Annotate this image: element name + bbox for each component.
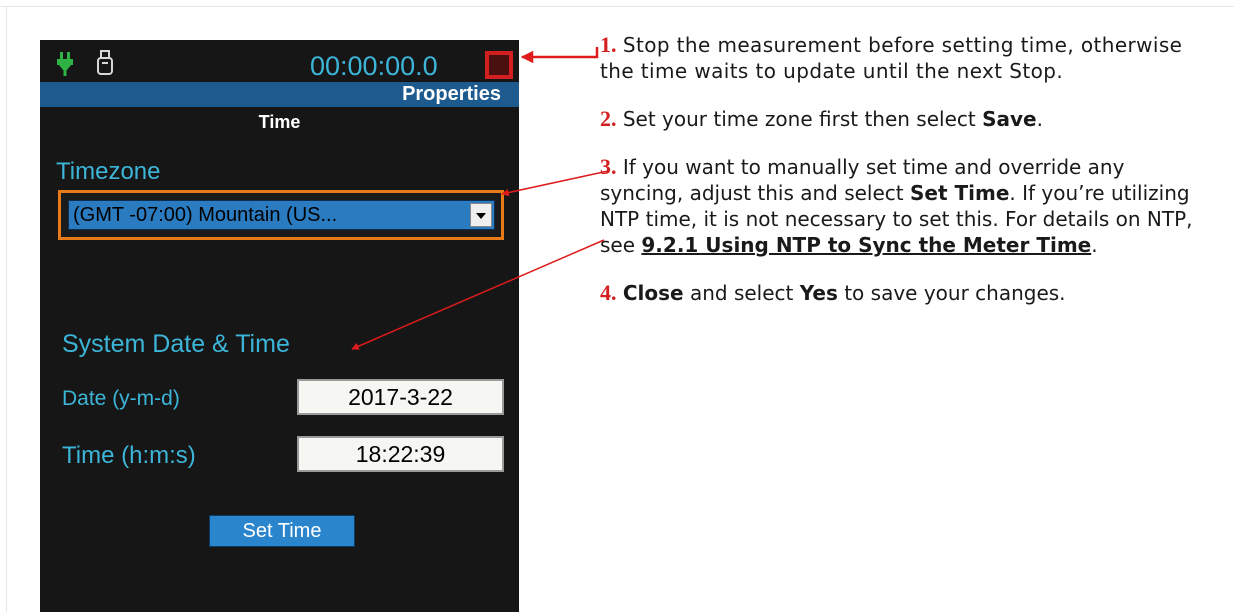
yes-emphasis: Yes <box>799 281 838 305</box>
instruction-step-4: 4. Close and select Yes to save your cha… <box>600 280 1210 306</box>
time-label: Time (h:m:s) <box>62 442 196 469</box>
step-number: 2. <box>600 106 617 131</box>
instruction-step-2: 2. Set your time zone first then select … <box>600 106 1210 132</box>
step-text: Stop the measurement before setting time… <box>600 33 1183 83</box>
timezone-label: Timezone <box>56 158 161 185</box>
dropdown-arrow-icon[interactable] <box>470 203 492 227</box>
timezone-highlight-frame: (GMT -07:00) Mountain (US... <box>58 190 504 240</box>
set-time-emphasis: Set Time <box>910 181 1010 205</box>
close-emphasis: Close <box>622 281 684 305</box>
step-text-end: . <box>1036 107 1043 131</box>
step-text-middle: and select <box>683 281 800 305</box>
time-field[interactable]: 18:22:39 <box>297 436 504 472</box>
instruction-step-3: 3. If you want to manually set time and … <box>600 154 1210 258</box>
status-bar: 00:00:00.0 <box>40 40 519 82</box>
power-plug-icon <box>57 52 73 76</box>
properties-title: Properties <box>402 83 501 105</box>
date-field[interactable]: 2017-3-22 <box>297 379 504 415</box>
timezone-value: (GMT -07:00) Mountain (US... <box>73 204 338 226</box>
stop-icon[interactable] <box>485 51 513 79</box>
page-title: Time <box>258 112 301 132</box>
elapsed-timer: 00:00:00.0 <box>310 51 438 81</box>
device-screen: 00:00:00.0 Properties Time Timezone (GMT… <box>40 40 519 612</box>
page-left-border <box>6 6 7 612</box>
step-number: 3. <box>600 154 617 179</box>
step-number: 4. <box>600 280 617 305</box>
usb-icon <box>97 50 113 75</box>
instructions: 1. Stop the measurement before setting t… <box>600 32 1210 328</box>
step-text: Set your time zone first then select <box>622 107 983 131</box>
step-number: 1. <box>600 32 617 57</box>
instruction-step-1: 1. Stop the measurement before setting t… <box>600 32 1210 84</box>
set-time-button[interactable]: Set Time <box>209 515 355 547</box>
date-label: Date (y-m-d) <box>62 387 180 410</box>
properties-title-bar: Properties <box>40 82 519 107</box>
timezone-select[interactable]: (GMT -07:00) Mountain (US... <box>68 200 495 230</box>
step-text-end: . <box>1091 233 1098 257</box>
system-date-time-label: System Date & Time <box>62 330 290 358</box>
step-text-end: to save your changes. <box>837 281 1066 305</box>
ntp-section-link[interactable]: 9.2.1 Using NTP to Sync the Meter Time <box>641 233 1091 257</box>
save-emphasis: Save <box>982 107 1037 131</box>
page-top-border <box>0 6 1234 7</box>
callout-arrow-1 <box>520 47 599 64</box>
